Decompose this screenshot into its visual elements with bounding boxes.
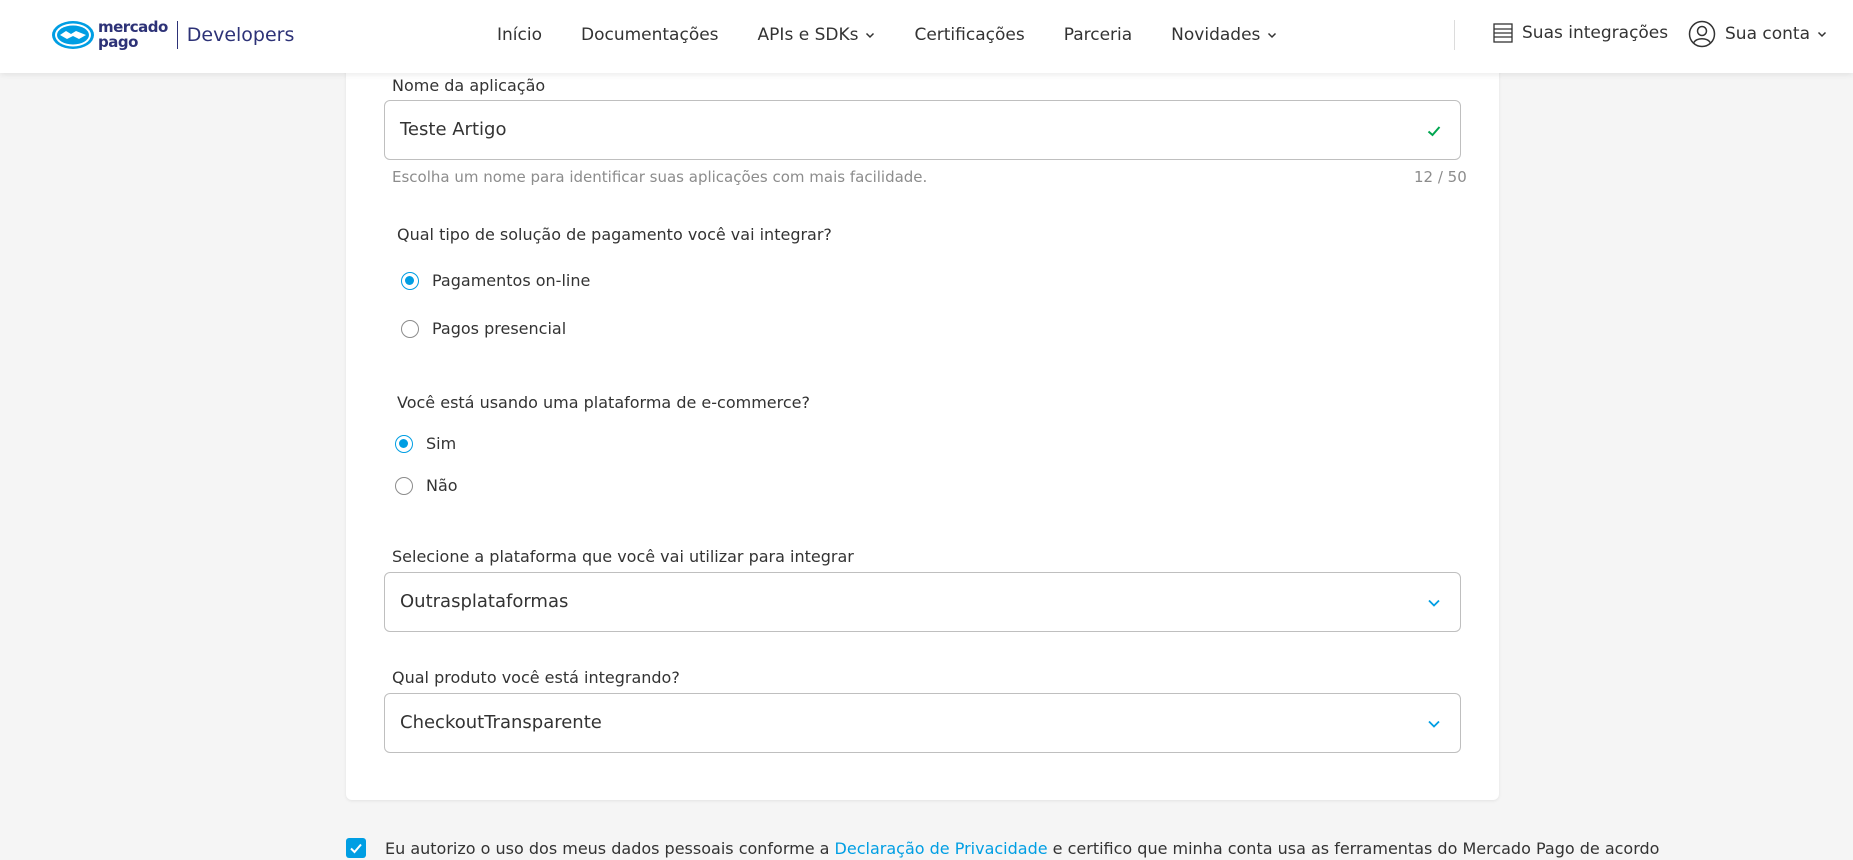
radio-selected-indicator bbox=[395, 434, 413, 453]
platform-select[interactable]: Outrasplataformas bbox=[384, 572, 1461, 632]
nav-item-inicio[interactable]: Início bbox=[497, 25, 542, 45]
brand-divider bbox=[176, 21, 178, 49]
your-integrations-link[interactable]: Suas integrações bbox=[1493, 23, 1668, 43]
nav-item-parceria[interactable]: Parceria bbox=[1064, 25, 1132, 45]
radio-label: Sim bbox=[426, 434, 457, 453]
product-label: Qual produto você está integrando? bbox=[392, 668, 680, 687]
nav-label: Início bbox=[497, 25, 542, 45]
brand-logo-link[interactable]: mercado pago Developers bbox=[51, 19, 294, 51]
mercado-pago-handshake-icon bbox=[52, 21, 94, 49]
chevron-down-icon bbox=[1428, 599, 1440, 607]
radio-pagos-presencial[interactable]: Pagos presencial bbox=[401, 319, 566, 338]
app-name-label: Nome da aplicação bbox=[392, 76, 546, 95]
account-menu[interactable]: Sua conta bbox=[1688, 20, 1827, 48]
platform-selected-value: Outrasplataformas bbox=[400, 591, 569, 612]
payment-type-question: Qual tipo de solução de pagamento você v… bbox=[397, 225, 832, 244]
radio-unselected-indicator bbox=[401, 319, 419, 338]
nav-item-apis-sdks[interactable]: APIs e SDKs bbox=[758, 25, 876, 45]
radio-unselected-indicator bbox=[395, 476, 413, 495]
checkmark-icon bbox=[350, 843, 362, 854]
nav-label: Certificações bbox=[914, 25, 1025, 45]
radio-nao[interactable]: Não bbox=[395, 476, 458, 495]
chevron-down-icon bbox=[866, 32, 875, 39]
radio-label: Pagamentos on-line bbox=[432, 271, 591, 290]
radio-label: Não bbox=[426, 476, 458, 495]
product-select[interactable]: CheckoutTransparente bbox=[384, 693, 1461, 753]
nav-label: APIs e SDKs bbox=[757, 25, 859, 45]
top-header: mercado pago Developers Início Documenta… bbox=[0, 0, 1853, 73]
brand-product-name: Developers bbox=[186, 24, 295, 46]
main-nav: Início Documentações APIs e SDKs Certifi… bbox=[497, 23, 1277, 47]
radio-sim[interactable]: Sim bbox=[395, 434, 456, 453]
consent-checkbox[interactable] bbox=[346, 838, 366, 858]
user-avatar-icon bbox=[1688, 20, 1716, 48]
radio-selected-indicator bbox=[401, 271, 419, 290]
consent-text-before: Eu autorizo o uso dos meus dados pessoai… bbox=[385, 838, 835, 858]
chevron-down-icon bbox=[1817, 31, 1827, 38]
nav-label: Parceria bbox=[1063, 25, 1133, 45]
nav-item-documentacoes[interactable]: Documentações bbox=[581, 25, 719, 45]
app-name-helper-text: Escolha um nome para identificar suas ap… bbox=[392, 168, 928, 186]
radio-pagamentos-online[interactable]: Pagamentos on-line bbox=[401, 271, 590, 290]
header-separator bbox=[1454, 20, 1455, 50]
integrations-list-icon bbox=[1493, 23, 1513, 43]
privacy-declaration-link[interactable]: Declaração de Privacidade bbox=[835, 839, 1048, 858]
consent-text-after: e certifico que minha conta usa as ferra… bbox=[1047, 838, 1660, 858]
product-selected-value: CheckoutTransparente bbox=[400, 712, 602, 733]
nav-label: Documentações bbox=[580, 25, 719, 45]
app-name-char-counter: 12 / 50 bbox=[1414, 168, 1467, 186]
chevron-down-icon bbox=[1428, 720, 1440, 728]
nav-item-novidades[interactable]: Novidades bbox=[1171, 25, 1277, 45]
app-name-input[interactable]: Teste Artigo bbox=[384, 100, 1461, 160]
brand-wordmark: mercado pago bbox=[98, 20, 168, 50]
check-icon bbox=[1427, 126, 1441, 137]
radio-label: Pagos presencial bbox=[432, 319, 567, 338]
brand-line-2: pago bbox=[98, 33, 138, 51]
nav-label: Novidades bbox=[1171, 25, 1261, 45]
ecommerce-question: Você está usando uma plataforma de e-com… bbox=[397, 393, 810, 412]
account-label: Sua conta bbox=[1725, 24, 1810, 44]
integrations-label: Suas integrações bbox=[1522, 23, 1669, 43]
app-name-value: Teste Artigo bbox=[400, 119, 507, 140]
chevron-down-icon bbox=[1268, 32, 1277, 39]
privacy-consent: Eu autorizo o uso dos meus dados pessoai… bbox=[346, 838, 1659, 858]
nav-item-certificacoes[interactable]: Certificações bbox=[914, 25, 1024, 45]
platform-label: Selecione a plataforma que você vai util… bbox=[392, 547, 854, 566]
